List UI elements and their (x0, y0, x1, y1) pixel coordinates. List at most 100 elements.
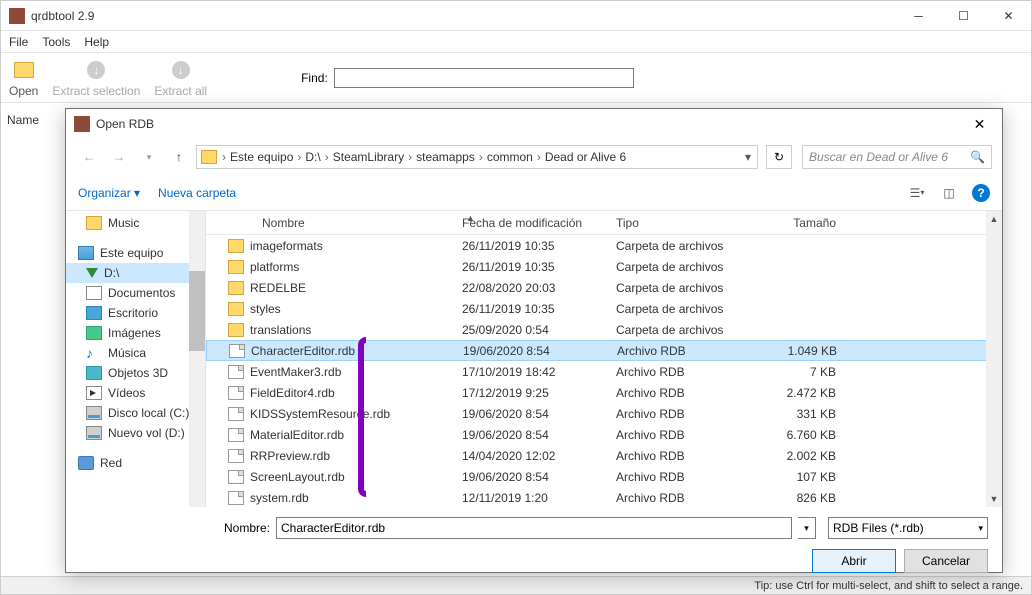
file-icon (228, 365, 244, 379)
column-type[interactable]: Tipo (608, 216, 752, 230)
find-input[interactable] (334, 68, 634, 88)
column-date[interactable]: Fecha de modificación (454, 216, 608, 230)
tree-item[interactable]: ♪Música (66, 343, 205, 363)
close-button[interactable]: ✕ (986, 1, 1031, 31)
file-date: 17/10/2019 18:42 (454, 365, 608, 379)
file-row[interactable]: imageformats26/11/2019 10:35Carpeta de a… (206, 235, 1002, 256)
up-button[interactable]: ↑ (166, 144, 192, 170)
filename-dropdown[interactable]: ▾ (798, 517, 816, 539)
open-button[interactable]: Abrir (812, 549, 896, 573)
annotation-bracket (358, 337, 366, 497)
file-date: 17/12/2019 9:25 (454, 386, 608, 400)
desk-icon (86, 306, 102, 320)
name-column-header[interactable]: Name (7, 113, 39, 127)
file-row[interactable]: CharacterEditor.rdb19/06/2020 8:54Archiv… (206, 340, 1002, 361)
preview-pane-button[interactable]: ◫ (940, 184, 958, 202)
file-row[interactable]: RRPreview.rdb14/04/2020 12:02Archivo RDB… (206, 445, 1002, 466)
scrollbar-thumb[interactable] (189, 271, 205, 351)
back-button[interactable]: ← (76, 144, 102, 170)
file-row[interactable]: REDELBE22/08/2020 20:03Carpeta de archiv… (206, 277, 1002, 298)
file-list-header: ▲ Nombre Fecha de modificación Tipo Tama… (206, 211, 1002, 235)
file-row[interactable]: system.rdb12/11/2019 1:20Archivo RDB826 … (206, 487, 1002, 507)
tree-scrollbar[interactable] (189, 211, 205, 507)
file-row[interactable]: MaterialEditor.rdb19/06/2020 8:54Archivo… (206, 424, 1002, 445)
dialog-toolbar: Organizar ▾ Nueva carpeta ☰▾ ◫ ? (66, 175, 1002, 211)
file-row[interactable]: ScreenLayout.rdb19/06/2020 8:54Archivo R… (206, 466, 1002, 487)
scroll-up-icon[interactable]: ▲ (986, 211, 1002, 227)
dialog-close-button[interactable]: ✕ (957, 109, 1002, 139)
breadcrumb[interactable]: › Este equipo › D:\ › SteamLibrary › ste… (196, 145, 758, 169)
filename-input[interactable] (276, 517, 792, 539)
dialog-titlebar[interactable]: Open RDB ✕ (66, 109, 1002, 139)
tree-item[interactable]: Imágenes (66, 323, 205, 343)
extract-all-button[interactable]: ↓ Extract all (154, 58, 207, 98)
tree-item-label: Music (108, 216, 139, 230)
column-name[interactable]: Nombre (206, 216, 454, 230)
navigation-tree[interactable]: Music Este equipoD:\ Documentos EscritorioI… (66, 211, 206, 507)
file-type: Archivo RDB (608, 449, 752, 463)
tree-item-label: Documentos (108, 286, 175, 300)
breadcrumb-item[interactable]: steamapps (413, 150, 478, 164)
view-options-button[interactable]: ☰▾ (908, 184, 926, 202)
help-button[interactable]: ? (972, 184, 990, 202)
toolbar: Open ↓ Extract selection ↓ Extract all F… (1, 53, 1031, 103)
recent-button[interactable]: ▾ (136, 144, 162, 170)
breadcrumb-item[interactable]: common (484, 150, 536, 164)
new-folder-button[interactable]: Nueva carpeta (158, 186, 236, 200)
chevron-down-icon[interactable]: ▾ (739, 150, 757, 164)
tree-item[interactable]: Disco local (C:) (66, 403, 205, 423)
file-name: CharacterEditor.rdb (251, 344, 355, 358)
file-list[interactable]: ▲ Nombre Fecha de modificación Tipo Tama… (206, 211, 1002, 507)
extract-selection-button[interactable]: ↓ Extract selection (52, 58, 140, 98)
file-list-scrollbar[interactable]: ▲ ▼ (986, 211, 1002, 507)
cancel-button[interactable]: Cancelar (904, 549, 988, 573)
file-icon (228, 407, 244, 421)
file-row[interactable]: KIDSSystemResource.rdb19/06/2020 8:54Arc… (206, 403, 1002, 424)
file-type: Carpeta de archivos (608, 281, 752, 295)
file-type: Archivo RDB (608, 365, 752, 379)
forward-button[interactable]: → (106, 144, 132, 170)
file-name: RRPreview.rdb (250, 449, 330, 463)
tree-item[interactable]: Documentos (66, 283, 205, 303)
find-label: Find: (301, 71, 328, 85)
file-date: 22/08/2020 20:03 (454, 281, 608, 295)
scroll-down-icon[interactable]: ▼ (986, 491, 1002, 507)
file-row[interactable]: FieldEditor4.rdb17/12/2019 9:25Archivo R… (206, 382, 1002, 403)
folder-icon (228, 281, 244, 295)
tree-item[interactable]: Red (66, 453, 205, 473)
menu-help[interactable]: Help (84, 35, 109, 49)
video-icon (86, 386, 102, 400)
open-button[interactable]: Open (9, 58, 38, 98)
breadcrumb-item[interactable]: D:\ (302, 150, 323, 164)
breadcrumb-item[interactable]: Dead or Alive 6 (542, 150, 629, 164)
arrow-down-icon (86, 268, 98, 278)
file-type: Archivo RDB (608, 407, 752, 421)
organize-menu[interactable]: Organizar ▾ (78, 186, 140, 200)
tree-item[interactable]: Escritorio (66, 303, 205, 323)
file-date: 25/09/2020 0:54 (454, 323, 608, 337)
column-size[interactable]: Tamaño (752, 216, 852, 230)
breadcrumb-item[interactable]: SteamLibrary (330, 150, 407, 164)
tree-item[interactable]: Nuevo vol (D:) (66, 423, 205, 443)
tree-item[interactable]: Objetos 3D (66, 363, 205, 383)
tree-item-label: Vídeos (108, 386, 145, 400)
breadcrumb-item[interactable]: Este equipo (227, 150, 296, 164)
file-row[interactable]: platforms26/11/2019 10:35Carpeta de arch… (206, 256, 1002, 277)
tree-item[interactable]: Este equipo (66, 243, 205, 263)
tree-item[interactable]: Music (66, 213, 205, 233)
search-input[interactable]: Buscar en Dead or Alive 6 🔍 (802, 145, 992, 169)
tree-item[interactable]: Vídeos (66, 383, 205, 403)
menu-tools[interactable]: Tools (42, 35, 70, 49)
file-row[interactable]: styles26/11/2019 10:35Carpeta de archivo… (206, 298, 1002, 319)
file-row[interactable]: EventMaker3.rdb17/10/2019 18:42Archivo R… (206, 361, 1002, 382)
file-filter-select[interactable]: RDB Files (*.rdb)▾ (828, 517, 988, 539)
main-titlebar[interactable]: qrdbtool 2.9 ─ ☐ ✕ (1, 1, 1031, 31)
tree-item[interactable]: D:\ (66, 263, 205, 283)
minimize-button[interactable]: ─ (896, 1, 941, 31)
maximize-button[interactable]: ☐ (941, 1, 986, 31)
refresh-button[interactable]: ↻ (766, 145, 792, 169)
file-type: Archivo RDB (608, 428, 752, 442)
file-date: 19/06/2020 8:54 (454, 470, 608, 484)
menu-file[interactable]: File (9, 35, 28, 49)
file-row[interactable]: translations25/09/2020 0:54Carpeta de ar… (206, 319, 1002, 340)
